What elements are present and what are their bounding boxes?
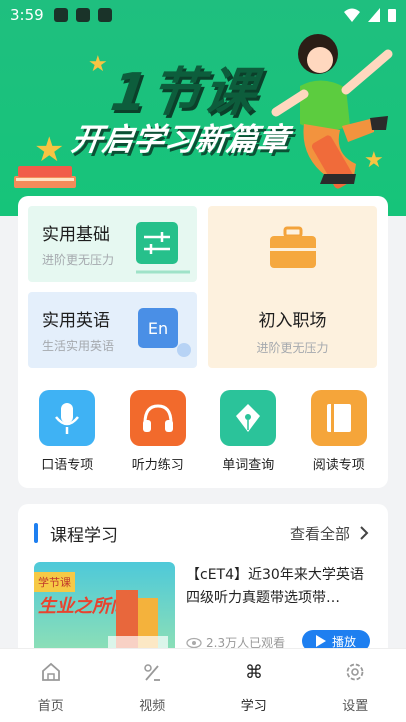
- hero-title-line2: 开启学习新篇章: [69, 114, 292, 159]
- view-all-label: 查看全部: [290, 523, 350, 544]
- decoration-dot: [176, 342, 196, 362]
- tab-home[interactable]: 首页: [0, 649, 102, 722]
- svg-text:⌘: ⌘: [245, 662, 263, 683]
- skill-label: 听力练习: [118, 454, 198, 473]
- settings-icon: [344, 661, 366, 683]
- thumbnail-badge: 学节课: [34, 572, 75, 592]
- tab-label: 学习: [203, 695, 305, 714]
- tile-job-title: 初入职场: [222, 306, 363, 331]
- notification-icon: [76, 8, 90, 22]
- section-title: 课程学习: [50, 521, 118, 546]
- eye-icon: [186, 637, 202, 649]
- status-time: 3:59: [10, 6, 44, 24]
- tab-label: 设置: [305, 695, 406, 714]
- study-icon: ⌘: [243, 661, 265, 683]
- tab-study[interactable]: ⌘ 学习: [203, 649, 305, 722]
- skill-words[interactable]: 单词查询: [208, 390, 288, 473]
- microphone-icon: [39, 390, 95, 446]
- notification-icon: [98, 8, 112, 22]
- pen-nib-icon: [220, 390, 276, 446]
- book-icon: [311, 390, 367, 446]
- english-icon: En: [138, 308, 178, 348]
- tile-english[interactable]: 实用英语 生活实用英语 En: [28, 292, 197, 368]
- sliders-icon: [136, 222, 190, 274]
- skill-list: 口语专项 听力练习 单词查询 阅读专项: [18, 390, 388, 473]
- play-label: 播放: [332, 633, 356, 650]
- hero-banner[interactable]: 1节课 开启学习新篇章 ★ ★ ★: [0, 0, 406, 216]
- wifi-icon: [344, 8, 360, 22]
- notification-icon: [54, 8, 68, 22]
- battery-icon: [388, 8, 396, 22]
- video-icon: [141, 661, 163, 683]
- book-stack-illustration: [106, 586, 170, 652]
- headphones-icon: [130, 390, 186, 446]
- category-card: 实用基础 进阶更无压力 实用英语 生活实用英语 En 初入职场 进阶更无压力: [18, 196, 388, 488]
- section-header: 课程学习 查看全部: [34, 520, 372, 546]
- star-icon: ★: [88, 52, 108, 77]
- tab-settings[interactable]: 设置: [305, 649, 406, 722]
- tab-video[interactable]: 视频: [102, 649, 204, 722]
- briefcase-icon: [268, 226, 318, 272]
- tile-basic[interactable]: 实用基础 进阶更无压力: [28, 206, 197, 282]
- skill-label: 口语专项: [27, 454, 107, 473]
- bottom-tab-bar: 首页 视频 ⌘ 学习 设置: [0, 648, 406, 722]
- skill-reading[interactable]: 阅读专项: [299, 390, 379, 473]
- skill-label: 阅读专项: [299, 454, 379, 473]
- section-accent-bar: [34, 523, 38, 543]
- student-illustration: [270, 26, 400, 196]
- home-icon: [40, 661, 62, 683]
- view-all-link[interactable]: 查看全部: [290, 523, 372, 544]
- course-section: 课程学习 查看全部 学节课 生业之所向 【cET4】近30年来大学英语四级听力真…: [18, 504, 388, 664]
- tab-label: 视频: [102, 695, 204, 714]
- play-icon: [316, 635, 326, 647]
- chevron-right-icon: [356, 525, 372, 541]
- skill-label: 单词查询: [208, 454, 288, 473]
- books-illustration: [12, 162, 78, 190]
- skill-listening[interactable]: 听力练习: [118, 390, 198, 473]
- signal-icon: [368, 8, 380, 22]
- tile-job[interactable]: 初入职场 进阶更无压力: [208, 206, 377, 368]
- tab-label: 首页: [0, 695, 102, 714]
- status-bar: 3:59: [0, 0, 406, 30]
- course-thumbnail[interactable]: 学节课 生业之所向: [34, 562, 175, 654]
- course-title[interactable]: 【cET4】近30年来大学英语四级听力真题带选项带…: [186, 564, 372, 610]
- skill-speaking[interactable]: 口语专项: [27, 390, 107, 473]
- tile-job-subtitle: 进阶更无压力: [222, 339, 363, 356]
